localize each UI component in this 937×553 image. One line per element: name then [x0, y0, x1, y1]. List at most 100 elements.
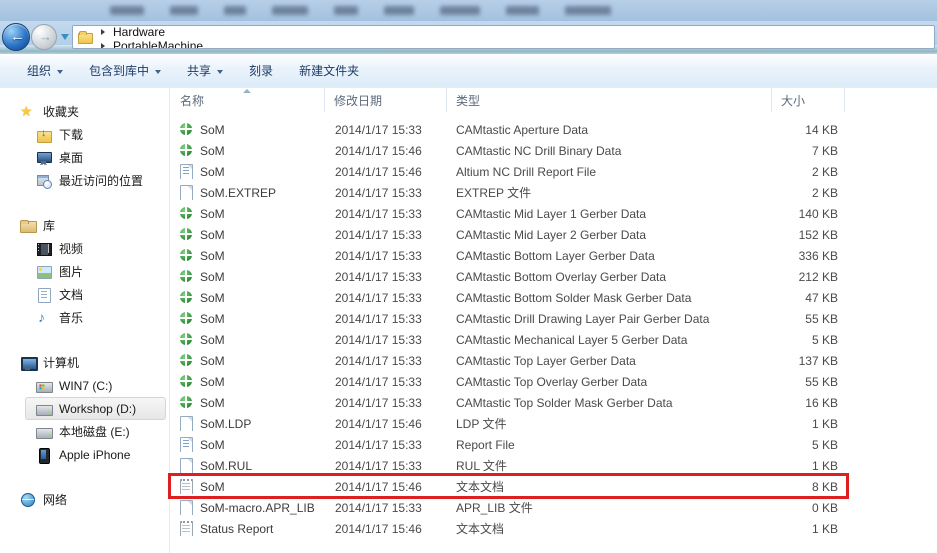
file-type-cell: CAMtastic Mid Layer 2 Gerber Data: [447, 228, 772, 242]
file-date-cell: 2014/1/17 15:33: [325, 228, 447, 242]
breadcrumb-segment-5[interactable]: PortableMachine: [93, 39, 241, 50]
file-date-cell: 2014/1/17 15:33: [325, 186, 447, 200]
sidebar-item-music-3[interactable]: 音乐: [0, 306, 169, 329]
file-name: SoM: [200, 123, 225, 137]
file-type-cell: RUL 文件: [447, 457, 772, 474]
sidebar-group: 收藏夹 下载 桌面 最近访问的位置: [0, 100, 169, 192]
sidebar-group-computer[interactable]: 计算机: [0, 351, 169, 374]
table-row-1[interactable]: SoM 2014/1/17 15:33 CAMtastic Aperture D…: [171, 119, 937, 140]
file-type-cell: CAMtastic Mid Layer 1 Gerber Data: [447, 207, 772, 221]
sidebar-item-pictures-1[interactable]: 图片: [0, 260, 169, 283]
file-date-cell: 2014/1/17 15:46: [325, 417, 447, 431]
breadcrumb-arrow-icon: [101, 43, 105, 49]
table-row-18[interactable]: SoM 2014/1/17 15:46 文本文档 8 KB: [171, 476, 937, 497]
sidebar-group-library[interactable]: 库: [0, 214, 169, 237]
column-header-name-label: 名称: [180, 92, 204, 109]
file-size-cell: 16 KB: [772, 396, 845, 410]
notepad-file-icon: [179, 521, 193, 536]
file-size-cell: 14 KB: [772, 123, 845, 137]
toolbar-button-2[interactable]: 包含到库中: [76, 58, 174, 83]
file-date-cell: 2014/1/17 15:46: [325, 522, 447, 536]
sort-ascending-icon: [243, 89, 251, 93]
column-header-size[interactable]: 大小: [772, 88, 845, 112]
sidebar-item-osdrive-0[interactable]: WIN7 (C:): [0, 374, 169, 397]
toolbar-button-label: 包含到库中: [89, 62, 149, 79]
file-size-cell: 5 KB: [772, 333, 845, 347]
table-row-14[interactable]: SoM 2014/1/17 15:33 CAMtastic Top Solder…: [171, 392, 937, 413]
file-size-cell: 47 KB: [772, 291, 845, 305]
breadcrumb-arrow-icon: [101, 29, 105, 35]
file-type-cell: CAMtastic Bottom Layer Gerber Data: [447, 249, 772, 263]
file-type-cell: 文本文档: [447, 520, 772, 537]
column-header-date[interactable]: 修改日期: [325, 88, 447, 112]
table-row-20[interactable]: Status Report 2014/1/17 15:46 文本文档 1 KB: [171, 518, 937, 539]
doc-blank-file-icon: [179, 500, 193, 515]
table-row-10[interactable]: SoM 2014/1/17 15:33 CAMtastic Drill Draw…: [171, 308, 937, 329]
toolbar-button-5[interactable]: 新建文件夹: [286, 58, 372, 83]
table-row-2[interactable]: SoM 2014/1/17 15:46 CAMtastic NC Drill B…: [171, 140, 937, 161]
table-row-17[interactable]: SoM.RUL 2014/1/17 15:33 RUL 文件 1 KB: [171, 455, 937, 476]
pictures-icon: [36, 264, 52, 280]
file-name: SoM-macro.APR_LIB: [200, 501, 315, 515]
computer-icon: [20, 355, 36, 371]
toolbar-button-4[interactable]: 刻录: [236, 58, 286, 83]
table-row-11[interactable]: SoM 2014/1/17 15:33 CAMtastic Mechanical…: [171, 329, 937, 350]
file-size-cell: 336 KB: [772, 249, 845, 263]
table-row-4[interactable]: SoM.EXTREP 2014/1/17 15:33 EXTREP 文件 2 K…: [171, 182, 937, 203]
toolbar-button-label: 新建文件夹: [299, 62, 359, 79]
file-name-cell: SoM: [171, 395, 325, 410]
sidebar-group-star[interactable]: 收藏夹: [0, 100, 169, 123]
table-row-13[interactable]: SoM 2014/1/17 15:33 CAMtastic Top Overla…: [171, 371, 937, 392]
sidebar-item-recent-2[interactable]: 最近访问的位置: [0, 169, 169, 192]
table-row-3[interactable]: SoM 2014/1/17 15:46 Altium NC Drill Repo…: [171, 161, 937, 182]
sidebar-item-documents-2[interactable]: 文档: [0, 283, 169, 306]
sidebar-item-label: Workshop (D:): [59, 402, 136, 416]
sidebar-item-download-0[interactable]: 下载: [0, 123, 169, 146]
file-name: SoM: [200, 396, 225, 410]
column-header-name[interactable]: 名称: [171, 88, 325, 112]
sidebar-item-drive-1[interactable]: Workshop (D:): [25, 397, 166, 420]
file-name-cell: SoM: [171, 311, 325, 326]
toolbar-button-1[interactable]: 组织: [14, 58, 76, 83]
file-size-cell: 55 KB: [772, 312, 845, 326]
back-button[interactable]: ←: [2, 23, 30, 51]
table-row-6[interactable]: SoM 2014/1/17 15:33 CAMtastic Mid Layer …: [171, 224, 937, 245]
toolbar-button-3[interactable]: 共享: [174, 58, 236, 83]
file-size-cell: 8 KB: [772, 480, 845, 494]
file-date-cell: 2014/1/17 15:33: [325, 123, 447, 137]
table-row-5[interactable]: SoM 2014/1/17 15:33 CAMtastic Mid Layer …: [171, 203, 937, 224]
file-size-cell: 7 KB: [772, 144, 845, 158]
sidebar-item-drive-2[interactable]: 本地磁盘 (E:): [0, 420, 169, 443]
file-type-cell: Altium NC Drill Report File: [447, 165, 772, 179]
file-name: SoM: [200, 144, 225, 158]
sidebar-item-phone-3[interactable]: Apple iPhone: [0, 443, 169, 466]
title-bar[interactable]: [0, 0, 937, 21]
file-date-cell: 2014/1/17 15:33: [325, 270, 447, 284]
sidebar-item-label: 桌面: [59, 149, 83, 166]
forward-button[interactable]: →: [31, 24, 57, 50]
file-type-cell: CAMtastic Top Overlay Gerber Data: [447, 375, 772, 389]
file-type-cell: CAMtastic Top Layer Gerber Data: [447, 354, 772, 368]
address-bar[interactable]: 计算机 Workshop (D:) som Hardware PortableM…: [72, 25, 935, 49]
file-name-cell: SoM: [171, 206, 325, 221]
recent-pages-dropdown-icon[interactable]: [61, 34, 69, 40]
table-row-9[interactable]: SoM 2014/1/17 15:33 CAMtastic Bottom Sol…: [171, 287, 937, 308]
sidebar-group-network[interactable]: 网络: [0, 488, 169, 511]
table-row-8[interactable]: SoM 2014/1/17 15:33 CAMtastic Bottom Ove…: [171, 266, 937, 287]
table-row-15[interactable]: SoM.LDP 2014/1/17 15:46 LDP 文件 1 KB: [171, 413, 937, 434]
table-row-16[interactable]: SoM 2014/1/17 15:33 Report File 5 KB: [171, 434, 937, 455]
file-size-cell: 140 KB: [772, 207, 845, 221]
sidebar-item-videos-0[interactable]: 视频: [0, 237, 169, 260]
sidebar-item-label: 音乐: [59, 309, 83, 326]
table-row-19[interactable]: SoM-macro.APR_LIB 2014/1/17 15:33 APR_LI…: [171, 497, 937, 518]
sidebar-item-label: WIN7 (C:): [59, 379, 112, 393]
breadcrumb-segment-4[interactable]: Hardware: [93, 25, 241, 39]
table-row-7[interactable]: SoM 2014/1/17 15:33 CAMtastic Bottom Lay…: [171, 245, 937, 266]
network-icon: [20, 492, 36, 508]
sidebar-item-desktop-1[interactable]: 桌面: [0, 146, 169, 169]
table-row-12[interactable]: SoM 2014/1/17 15:33 CAMtastic Top Layer …: [171, 350, 937, 371]
column-header-type[interactable]: 类型: [447, 88, 772, 112]
file-name: SoM: [200, 270, 225, 284]
file-type-cell: CAMtastic Bottom Overlay Gerber Data: [447, 270, 772, 284]
file-name: SoM: [200, 333, 225, 347]
